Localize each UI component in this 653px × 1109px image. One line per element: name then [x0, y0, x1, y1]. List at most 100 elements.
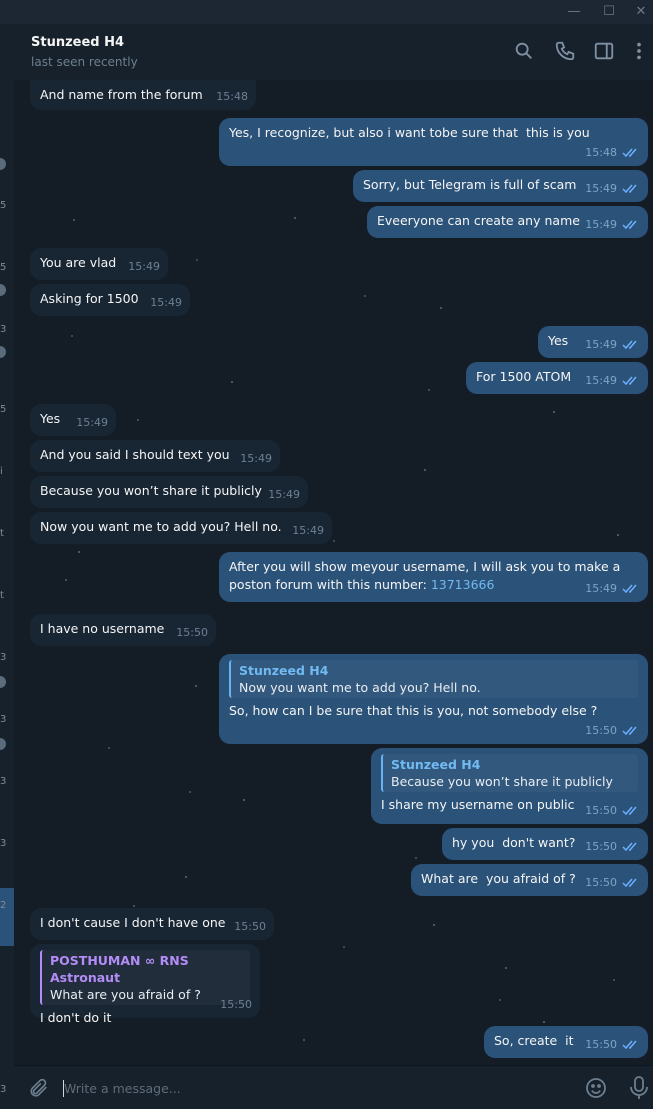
message-text: Sorry, but Telegram is full of scam [363, 177, 577, 192]
message-incoming[interactable]: I don't cause I don't have one 15:50 [30, 908, 274, 940]
message-time: 15:48 [216, 90, 248, 103]
message-time: 15:49 [240, 452, 272, 465]
reply-quote[interactable]: Stunzeed H4 Now you want me to add you? … [229, 660, 638, 698]
double-check-icon [622, 340, 640, 350]
message-incoming[interactable]: And name from the forum 15:48 [30, 80, 256, 110]
message-incoming[interactable]: Yes 15:49 [30, 404, 116, 436]
reply-text: Now you want me to add you? Hell no. [239, 680, 481, 695]
sidebar-mark: i [0, 466, 3, 477]
message-time: 15:49 [585, 582, 617, 595]
close-button[interactable]: ✕ [624, 0, 653, 24]
message-time: 15:49 [76, 416, 108, 429]
message-time: 15:50 [585, 804, 617, 817]
minimize-button[interactable]: — [557, 0, 591, 24]
double-check-icon [622, 878, 640, 888]
sidebar-mark: t [0, 528, 4, 539]
emoji-icon[interactable] [584, 1076, 608, 1100]
chat-title[interactable]: Stunzeed H4 [31, 35, 124, 50]
chat-list-sidebar[interactable]: 5 5 3 5 i t t 3 3 3 3 2 3 [0, 24, 14, 1109]
message-text: Eveeryone can create any name [377, 213, 580, 228]
message-outgoing[interactable]: Stunzeed H4 Because you won’t share it p… [371, 748, 648, 824]
message-text: hy you don't want? [452, 835, 576, 850]
message-incoming[interactable]: I have no username 15:50 [30, 614, 216, 646]
message-input[interactable] [64, 1078, 534, 1098]
message-composer [14, 1066, 653, 1109]
message-outgoing[interactable]: For 1500 ATOM 15:49 [466, 362, 648, 394]
reply-quote[interactable]: POSTHUMAN ∞ RNS Astronaut What are you a… [40, 950, 250, 1005]
sidebar-mark: 5 [0, 200, 7, 211]
phone-icon[interactable] [554, 40, 576, 62]
reply-text: What are you afraid of ? [50, 987, 201, 1002]
message-outgoing[interactable]: After you will show meyour username, I w… [219, 552, 648, 602]
sidebar-mark: 3 [0, 714, 7, 725]
chat-avatar[interactable] [0, 676, 6, 688]
message-incoming[interactable]: Because you won’t share it publicly 15:4… [30, 476, 308, 508]
sidebar-mark: 2 [0, 900, 7, 911]
message-incoming[interactable]: Now you want me to add you? Hell no. 15:… [30, 512, 332, 544]
message-outgoing[interactable]: So, create it 15:50 [484, 1026, 648, 1058]
window-titlebar: — ☐ ✕ [0, 0, 653, 24]
sidebar-mark: 3 [0, 324, 7, 335]
message-time: 15:49 [585, 374, 617, 387]
reply-author: POSTHUMAN ∞ RNS Astronaut [50, 953, 189, 985]
chat-avatar[interactable] [0, 738, 6, 750]
message-text: You are vlad [40, 255, 117, 270]
message-text-line: poston forum with this number: [229, 577, 431, 592]
double-check-icon [622, 842, 640, 852]
chat-avatar[interactable] [0, 346, 6, 358]
message-text: I have no username [40, 621, 165, 636]
message-incoming[interactable]: You are vlad 15:49 [30, 248, 168, 280]
message-time: 15:49 [150, 296, 182, 309]
sidebar-mark: 3 [0, 838, 7, 849]
message-time: 15:50 [585, 1038, 617, 1051]
message-time: 15:50 [585, 840, 617, 853]
message-list[interactable]: And name from the forum 15:48 Yes, I rec… [14, 80, 653, 1065]
search-icon[interactable] [513, 40, 535, 62]
message-outgoing[interactable]: hy you don't want? 15:50 [442, 828, 648, 860]
message-time: 15:50 [176, 626, 208, 639]
message-text: I don't cause I don't have one [40, 915, 226, 930]
message-text: Yes [548, 333, 569, 348]
message-time: 15:49 [585, 182, 617, 195]
message-outgoing[interactable]: Sorry, but Telegram is full of scam 15:4… [353, 170, 648, 202]
chat-avatar[interactable] [0, 284, 6, 296]
double-check-icon [622, 806, 640, 816]
message-time: 15:48 [585, 146, 617, 159]
message-text: Now you want me to add you? Hell no. [40, 519, 282, 534]
message-text: Yes, I recognize, but also i want tobe s… [229, 125, 590, 140]
message-time: 15:49 [585, 338, 617, 351]
sidebar-mark: 3 [0, 1084, 7, 1095]
chat-header[interactable]: Stunzeed H4 last seen recently [14, 24, 653, 81]
message-time: 15:50 [585, 724, 617, 737]
message-incoming[interactable]: POSTHUMAN ∞ RNS Astronaut What are you a… [30, 944, 260, 1025]
double-check-icon [622, 184, 640, 194]
message-text: Because you won’t share it publicly [40, 483, 262, 498]
attach-icon[interactable] [28, 1077, 50, 1099]
message-text-line: After you will show meyour username, I w… [229, 559, 621, 574]
message-outgoing[interactable]: Stunzeed H4 Now you want me to add you? … [219, 654, 648, 744]
message-outgoing[interactable]: What are you afraid of ? 15:50 [411, 864, 648, 896]
double-check-icon [622, 148, 640, 158]
reply-author: Stunzeed H4 [391, 757, 481, 772]
message-text: For 1500 ATOM [476, 369, 572, 384]
message-outgoing[interactable]: Eveeryone can create any name 15:49 [367, 206, 648, 238]
sidebar-mark: 5 [0, 404, 7, 415]
chat-avatar[interactable] [0, 158, 6, 170]
microphone-icon[interactable] [628, 1075, 650, 1101]
phone-number-link[interactable]: 13713666 [431, 577, 495, 592]
reply-text: Because you won’t share it publicly [391, 774, 613, 789]
message-text: And you said I should text you [40, 447, 230, 462]
sidebar-mark: 5 [0, 262, 7, 273]
maximize-button[interactable]: ☐ [592, 0, 626, 24]
message-text: Asking for 1500 [40, 291, 139, 306]
message-text: What are you afraid of ? [421, 871, 576, 886]
message-outgoing[interactable]: Yes 15:49 [538, 326, 648, 358]
message-time: 15:50 [585, 876, 617, 889]
message-incoming[interactable]: Asking for 1500 15:49 [30, 284, 190, 316]
more-vertical-icon[interactable] [628, 40, 650, 62]
sidebar-toggle-icon[interactable] [593, 40, 615, 62]
reply-quote[interactable]: Stunzeed H4 Because you won’t share it p… [381, 754, 638, 792]
message-incoming[interactable]: And you said I should text you 15:49 [30, 440, 280, 472]
double-check-icon [622, 220, 640, 230]
message-outgoing[interactable]: Yes, I recognize, but also i want tobe s… [219, 118, 648, 166]
